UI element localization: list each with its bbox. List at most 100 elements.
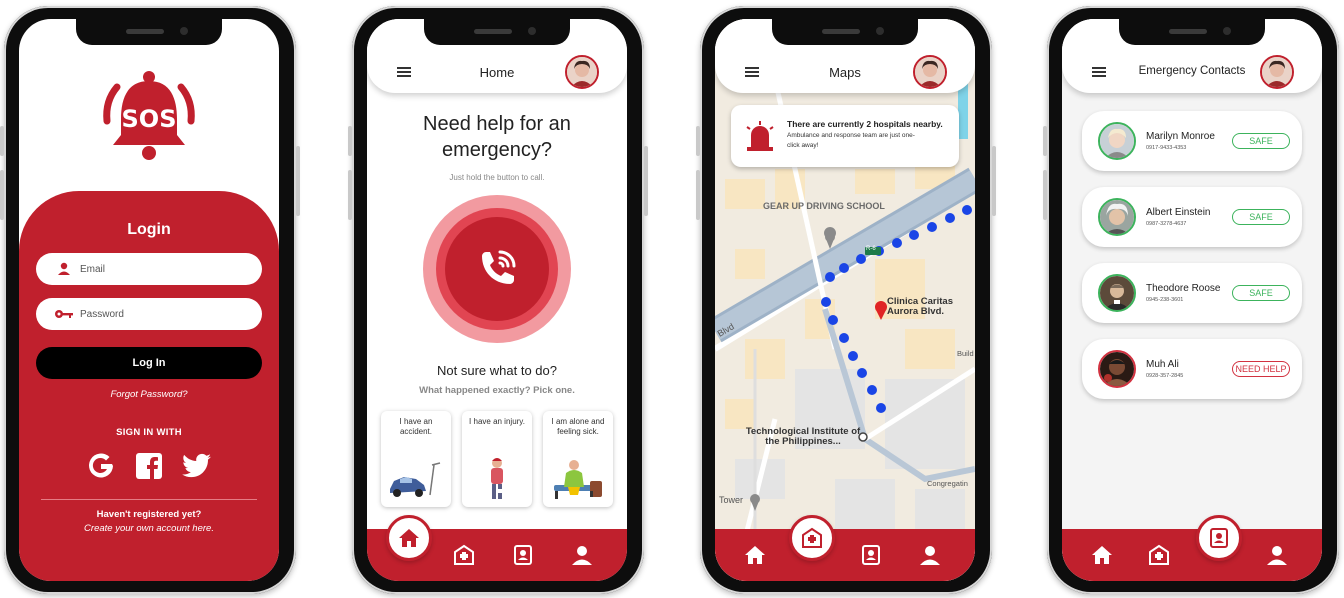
card-text: I have an injury.	[469, 417, 525, 426]
side-button	[296, 146, 300, 216]
nav-profile[interactable]	[570, 543, 594, 567]
bottom-nav	[367, 515, 627, 581]
nav-profile[interactable]	[1265, 543, 1289, 567]
sick-person-illustration	[554, 460, 602, 499]
contact-phone: 0945-238-3601	[1146, 297, 1184, 303]
nav-profile[interactable]	[918, 543, 942, 567]
card-accident[interactable]: I have an accident.	[381, 411, 451, 507]
map-label-tip: Technological Institute of the Philippin…	[745, 426, 861, 447]
contact-name: Marilyn Monroe	[1146, 131, 1215, 142]
phone-call-icon	[482, 250, 516, 284]
card-text: I have an accident.	[399, 417, 433, 436]
emergency-question: Need help for an emergency?	[423, 113, 571, 161]
email-placeholder: Email	[80, 263, 106, 275]
side-button	[0, 170, 4, 220]
create-account-link[interactable]: Create your own account here.	[19, 523, 279, 534]
maps-screen: GEAR UP DRIVING SCHOOL Clinica Caritas A…	[715, 19, 975, 581]
facebook-icon[interactable]	[134, 451, 164, 481]
google-icon[interactable]	[86, 451, 116, 481]
login-title: Login	[127, 221, 171, 238]
svg-text:SOS: SOS	[122, 105, 177, 133]
contacts-screen: Emergency Contacts Marilyn Monroe 0917-9…	[1062, 19, 1322, 581]
avatar[interactable]	[565, 55, 599, 89]
nav-home[interactable]	[386, 515, 432, 561]
card-sick[interactable]: I am alone and feeling sick.	[543, 411, 613, 507]
contact-phone: 0917-9433-4353	[1146, 145, 1187, 151]
injured-person-illustration	[491, 458, 503, 499]
map-label-tower: Tower	[719, 495, 744, 505]
contact-phone: 0928-357-2845	[1146, 373, 1184, 379]
card-injury[interactable]: I have an injury.	[462, 411, 532, 507]
side-button	[348, 170, 352, 220]
phone-contacts: Emergency Contacts Marilyn Monroe 0917-9…	[1043, 6, 1339, 594]
sos-bell-logo: SOS	[103, 71, 195, 160]
side-button	[992, 146, 996, 216]
twitter-icon[interactable]	[182, 451, 212, 481]
status-badge: SAFE	[1232, 285, 1290, 301]
hold-hint: Just hold the button to call.	[449, 173, 545, 182]
nav-home[interactable]	[1090, 543, 1114, 567]
hospital-icon	[802, 527, 822, 548]
nav-contacts[interactable]	[859, 543, 883, 567]
map-label-congregation: Congregatin	[927, 479, 968, 488]
sign-in-with-label: SIGN IN WITH	[116, 427, 182, 438]
status-badge: SAFE	[1232, 209, 1290, 225]
phone-maps: GEAR UP DRIVING SCHOOL Clinica Caritas A…	[696, 6, 996, 594]
profile-icon	[572, 546, 592, 565]
login-button[interactable]: Log In	[36, 347, 262, 379]
avatar[interactable]	[1260, 55, 1294, 89]
notch	[76, 19, 222, 45]
card-text: I am alone and feeling sick.	[551, 417, 605, 436]
nav-hospital[interactable]	[452, 543, 476, 567]
home-screen: Home Need help for an emergency? Just ho…	[367, 19, 627, 581]
hospital-icon	[454, 544, 474, 565]
contact-photo	[1098, 198, 1136, 236]
contact-card[interactable]: Muh Ali 0928-357-2845 NEED HELP	[1082, 339, 1302, 399]
emergency-call-button[interactable]	[423, 195, 571, 343]
home-icon	[1092, 546, 1112, 564]
nav-hospital[interactable]	[789, 515, 835, 561]
contact-photo	[1098, 122, 1136, 160]
phone-home: Home Need help for an emergency? Just ho…	[348, 6, 648, 594]
bottom-nav	[715, 515, 975, 581]
contact-book-icon	[514, 545, 532, 565]
contact-name: Muh Ali	[1146, 359, 1179, 370]
car-accident-illustration	[390, 462, 441, 497]
map-view[interactable]: GEAR UP DRIVING SCHOOL Clinica Caritas A…	[715, 19, 975, 581]
bottom-nav	[1062, 515, 1322, 581]
not-sure-heading: Not sure what to do?	[437, 363, 557, 378]
map-label-gear-up: GEAR UP DRIVING SCHOOL	[763, 201, 885, 211]
home-icon	[399, 529, 419, 547]
contact-phone: 0987-3278-4637	[1146, 221, 1187, 227]
notch	[1119, 19, 1265, 45]
password-placeholder: Password	[80, 308, 124, 320]
forgot-password-link[interactable]: Forgot Password?	[19, 389, 279, 400]
divider	[41, 499, 257, 500]
profile-icon	[1267, 546, 1287, 565]
contact-card[interactable]: Albert Einstein 0987-3278-4637 SAFE	[1082, 187, 1302, 247]
contact-photo	[1098, 274, 1136, 312]
nav-contacts[interactable]	[1196, 515, 1242, 561]
contact-card[interactable]: Marilyn Monroe 0917-9433-4353 SAFE	[1082, 111, 1302, 171]
notice-title: There are currently 2 hospitals nearby.	[787, 119, 943, 129]
side-button	[644, 146, 648, 216]
contact-card[interactable]: Theodore Roose 0945-238-3601 SAFE	[1082, 263, 1302, 323]
avatar[interactable]	[913, 55, 947, 89]
side-button	[1043, 126, 1047, 156]
nav-hospital[interactable]	[1147, 543, 1171, 567]
password-field[interactable]: Password	[36, 298, 262, 330]
nav-contacts[interactable]	[511, 543, 535, 567]
status-badge: SAFE	[1232, 133, 1290, 149]
mockup-stage: SOS Login Email Password Log In Forgot P…	[0, 0, 1344, 598]
nav-home[interactable]	[743, 543, 767, 567]
key-icon	[54, 307, 74, 321]
profile-icon	[920, 546, 940, 565]
siren-icon	[746, 121, 774, 151]
hospital-notice-card[interactable]: There are currently 2 hospitals nearby. …	[731, 105, 959, 167]
user-icon	[54, 262, 74, 276]
status-badge: NEED HELP	[1232, 361, 1290, 377]
pick-one-subheading: What happened exactly? Pick one.	[419, 385, 575, 396]
map-label-r6: R-6	[866, 246, 876, 252]
email-field[interactable]: Email	[36, 253, 262, 285]
contact-book-icon	[1210, 528, 1228, 548]
